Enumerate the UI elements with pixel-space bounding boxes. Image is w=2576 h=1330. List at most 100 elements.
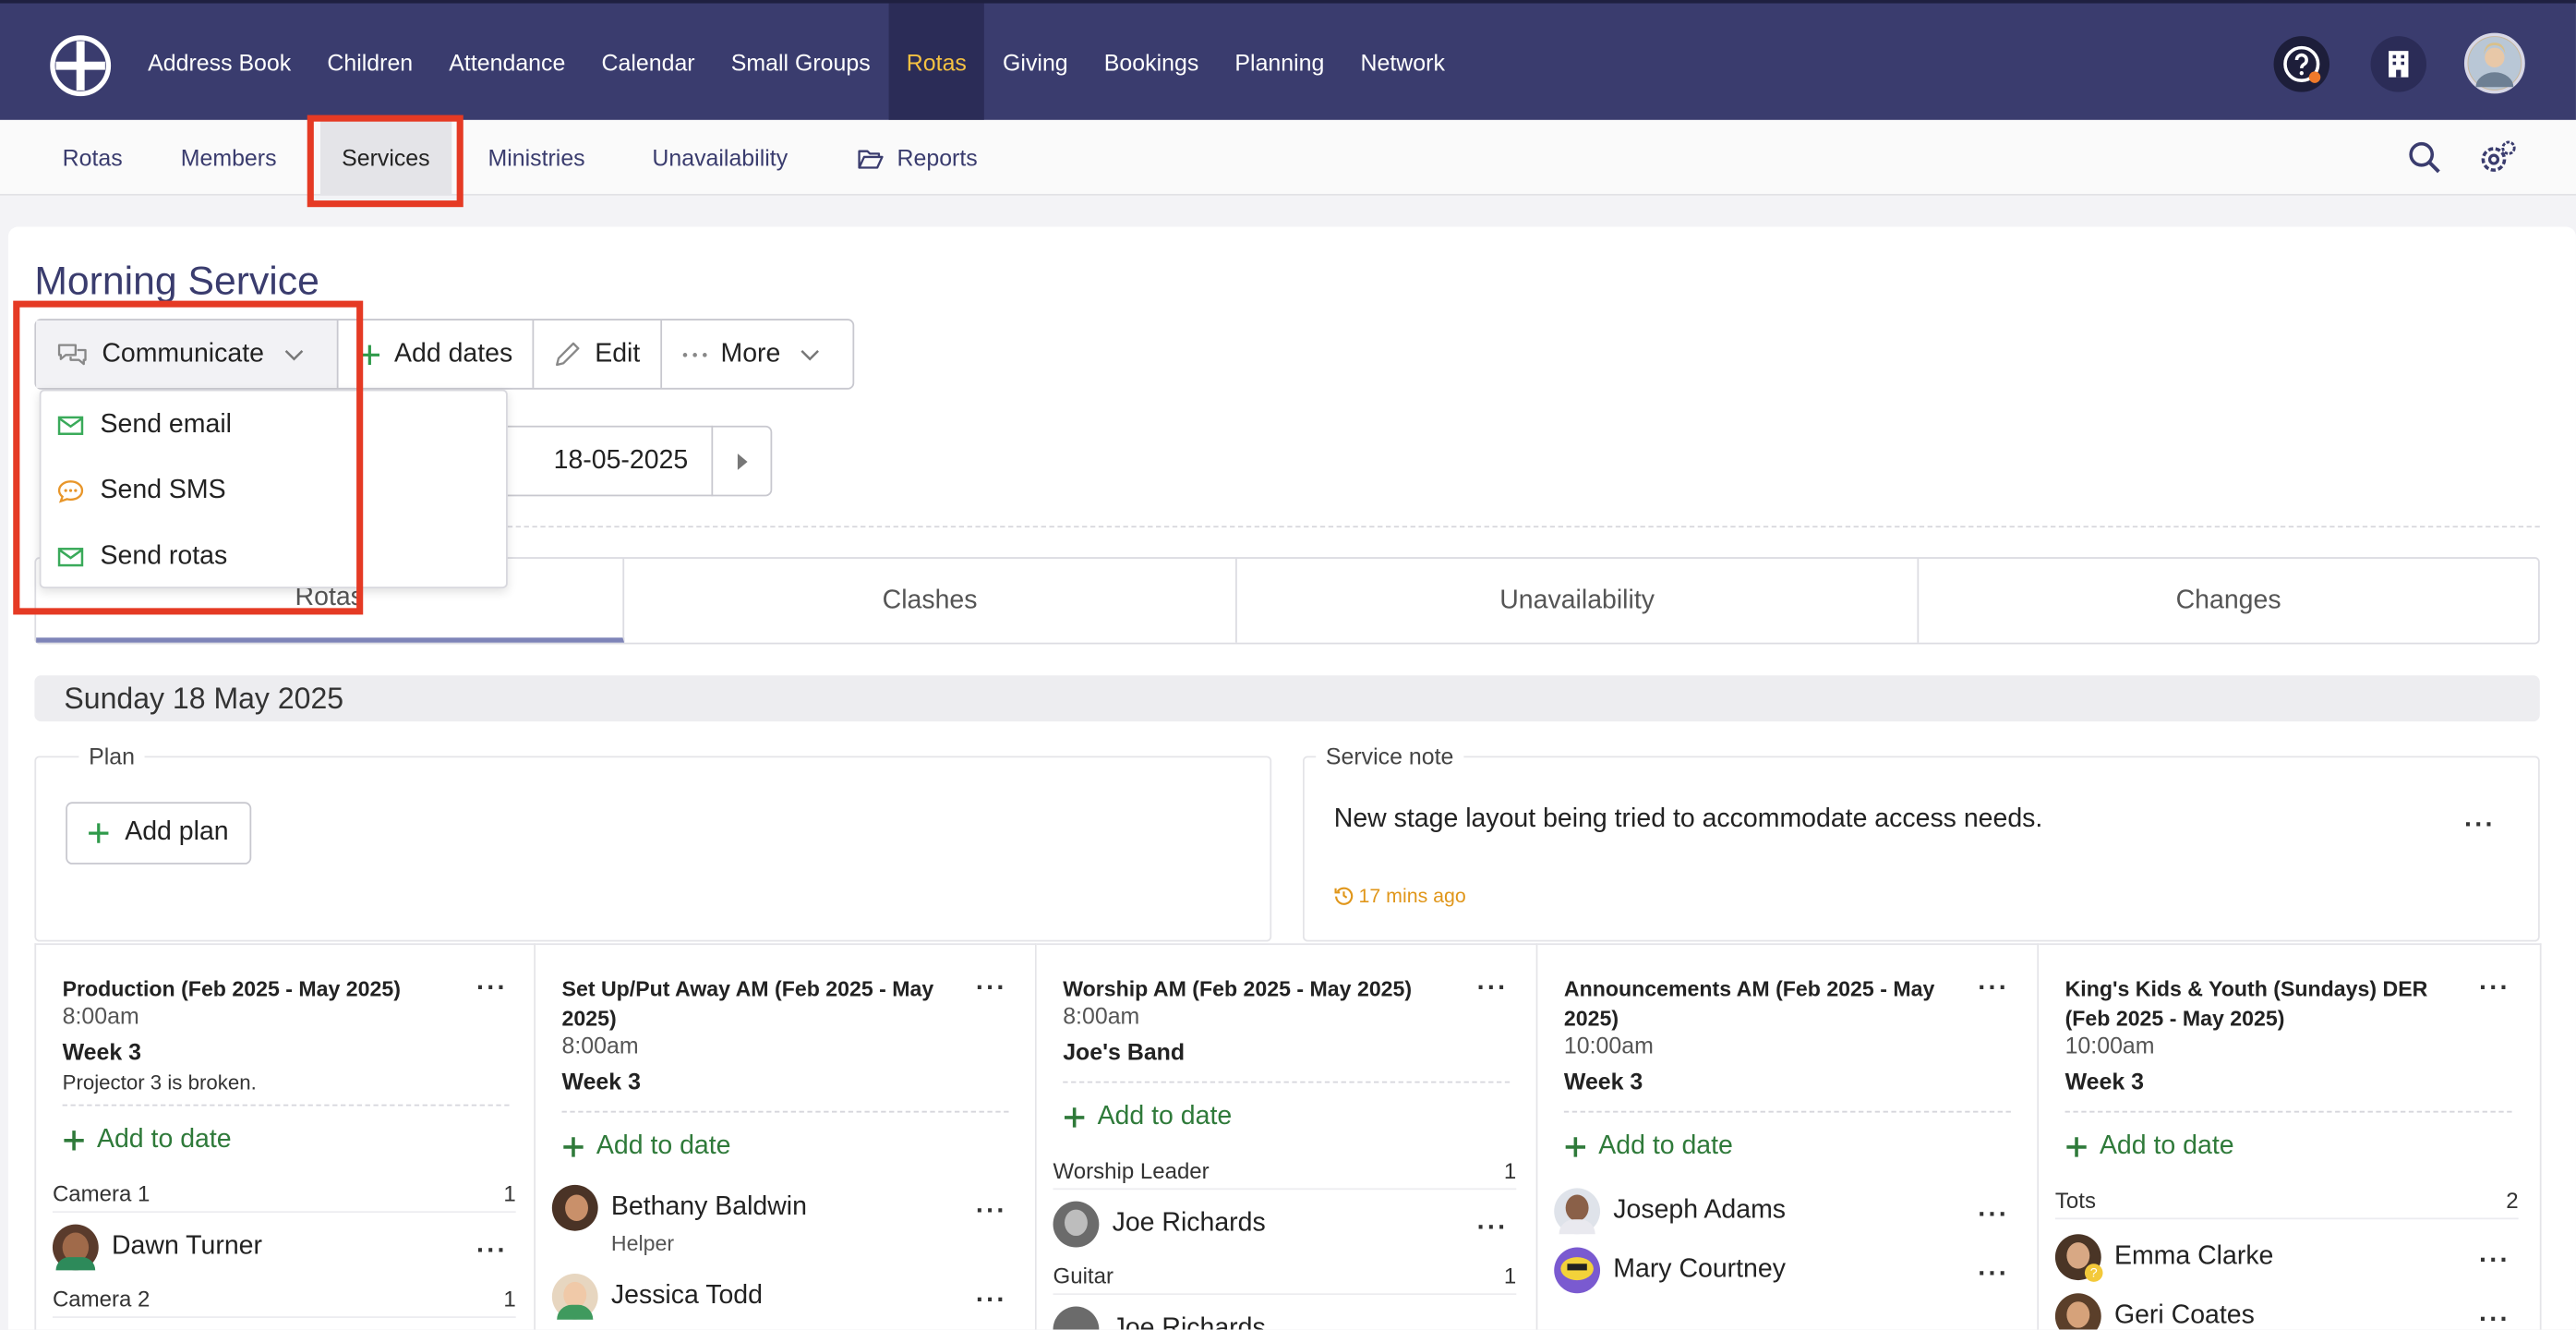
nav-planning[interactable]: Planning xyxy=(1217,4,1342,124)
person-more-button[interactable]: ··· xyxy=(1978,1203,2009,1228)
add-plan-button[interactable]: Add plan xyxy=(66,802,252,864)
main-nav: Address Book Children Attendance Calenda… xyxy=(130,3,1463,124)
add-to-date-label: Add to date xyxy=(1598,1131,1733,1161)
user-avatar-icon xyxy=(2468,37,2522,90)
add-to-date-button[interactable]: Add to date xyxy=(1564,1132,1733,1162)
app-root: Address Book Children Attendance Calenda… xyxy=(0,0,2576,1330)
column-time: 10:00am xyxy=(1563,1032,1654,1058)
add-to-date-button[interactable]: Add to date xyxy=(2065,1132,2234,1162)
column-more-button[interactable]: ··· xyxy=(1477,975,1509,1001)
nav-giving[interactable]: Giving xyxy=(984,4,1086,124)
organisation-button[interactable] xyxy=(2370,36,2427,92)
subnav-unavailability[interactable]: Unavailability xyxy=(652,120,788,196)
person-name: Joseph Adams xyxy=(1613,1196,1787,1225)
church-logo-icon[interactable] xyxy=(49,34,112,97)
column-divider xyxy=(561,1110,1009,1113)
date-field[interactable]: 18-05-2025 xyxy=(507,425,714,497)
nav-address-book[interactable]: Address Book xyxy=(130,4,309,124)
edit-label: Edit xyxy=(595,339,641,368)
avatar xyxy=(52,1224,99,1271)
nav-small-groups[interactable]: Small Groups xyxy=(713,4,888,124)
role-count: 1 xyxy=(503,1287,516,1312)
nav-network[interactable]: Network xyxy=(1342,4,1463,124)
nav-children[interactable]: Children xyxy=(309,4,431,124)
subnav-rotas[interactable]: Rotas xyxy=(63,120,123,196)
person-row[interactable]: Joe Richards xyxy=(1053,1201,1266,1248)
add-to-date-button[interactable]: Add to date xyxy=(63,1126,232,1155)
subnav-members[interactable]: Members xyxy=(181,120,277,196)
plan-label: Plan xyxy=(78,743,145,769)
add-to-date-button[interactable]: Add to date xyxy=(562,1132,731,1162)
person-row[interactable]: Joseph Adams xyxy=(1554,1188,1787,1235)
person-more-button[interactable]: ··· xyxy=(2479,1307,2510,1329)
add-dates-button[interactable]: Add dates xyxy=(339,320,535,388)
person-more-button[interactable]: ··· xyxy=(1978,1262,2009,1288)
subnav-reports[interactable]: Reports xyxy=(858,120,978,196)
role-row: Camera 2 1 xyxy=(52,1287,516,1318)
role-name: Camera 1 xyxy=(52,1181,150,1207)
person-name: Geri Coates xyxy=(2113,1301,2255,1330)
plus-icon xyxy=(89,823,109,843)
service-note-label: Service note xyxy=(1316,743,1464,769)
settings-gear-icon[interactable] xyxy=(2479,139,2519,175)
column-week: Week 3 xyxy=(561,1068,641,1095)
nav-rotas[interactable]: Rotas xyxy=(888,3,985,124)
tab-changes[interactable]: Changes xyxy=(1919,559,2538,643)
edit-button[interactable]: Edit xyxy=(534,320,662,388)
subnav-ministries[interactable]: Ministries xyxy=(488,120,584,196)
tab-clashes[interactable]: Clashes xyxy=(624,558,1237,643)
search-icon[interactable] xyxy=(2408,141,2441,175)
nav-attendance[interactable]: Attendance xyxy=(431,4,584,124)
top-navbar: Address Book Children Attendance Calenda… xyxy=(0,0,2576,124)
more-button[interactable]: More xyxy=(661,320,852,388)
nav-calendar[interactable]: Calendar xyxy=(584,4,713,124)
rota-column-setup: Set Up/Put Away AM (Feb 2025 - May 2025)… xyxy=(536,943,1037,1330)
role-row: Guitar 1 xyxy=(1053,1264,1517,1296)
person-row[interactable]: Jessica Todd xyxy=(551,1273,763,1320)
add-to-date-button[interactable]: Add to date xyxy=(1063,1103,1232,1132)
role-name: Tots xyxy=(2054,1188,2096,1214)
role-count: 1 xyxy=(503,1181,516,1207)
person-row[interactable]: Joe Richards xyxy=(1053,1306,1266,1330)
person-row[interactable]: Dawn Turner xyxy=(52,1224,262,1271)
person-name: Dawn Turner xyxy=(111,1232,262,1261)
plus-icon xyxy=(2066,1137,2087,1157)
column-more-button[interactable]: ··· xyxy=(976,975,1007,1001)
add-dates-label: Add dates xyxy=(394,339,513,368)
person-more-button[interactable]: ··· xyxy=(476,1239,508,1264)
column-band: Joe's Band xyxy=(1063,1038,1186,1065)
service-note-more-button[interactable]: ··· xyxy=(2464,813,2496,839)
person-more-button[interactable]: ··· xyxy=(2479,1248,2510,1274)
person-more-button[interactable]: ··· xyxy=(976,1199,1007,1225)
column-title: Production (Feb 2025 - May 2025) xyxy=(62,975,401,1001)
role-row: Worship Leader 1 xyxy=(1053,1158,1517,1191)
user-avatar[interactable] xyxy=(2463,32,2525,94)
person-role: Helper xyxy=(610,1230,675,1256)
role-name: Guitar xyxy=(1053,1264,1113,1288)
more-label: More xyxy=(720,339,781,368)
column-more-button[interactable]: ··· xyxy=(1978,975,2009,1001)
rota-column-kings-kids: King's Kids & Youth (Sundays) DER (Feb 2… xyxy=(2039,943,2542,1330)
person-more-button[interactable]: ··· xyxy=(1477,1215,1509,1241)
column-more-button[interactable]: ··· xyxy=(476,975,508,1001)
person-row[interactable]: ? Emma Clarke xyxy=(2054,1234,2274,1282)
person-row[interactable]: Mary Courtney xyxy=(1554,1247,1786,1294)
role-count: 1 xyxy=(1503,1158,1517,1184)
column-more-button[interactable]: ··· xyxy=(2479,975,2510,1001)
next-date-button[interactable] xyxy=(711,425,773,497)
help-button[interactable] xyxy=(2273,36,2330,92)
rota-column-production: Production (Feb 2025 - May 2025) ··· 8:0… xyxy=(34,943,536,1330)
person-row[interactable]: Bethany Baldwin xyxy=(551,1184,807,1231)
person-name: Emma Clarke xyxy=(2113,1242,2274,1271)
person-more-button[interactable]: ··· xyxy=(976,1288,1007,1313)
column-title: King's Kids & Youth (Sundays) DER (Feb 2… xyxy=(2064,975,2428,1031)
nav-bookings[interactable]: Bookings xyxy=(1086,4,1217,124)
chevron-down-icon xyxy=(800,349,820,360)
avatar xyxy=(1053,1201,1100,1248)
avatar xyxy=(1554,1188,1601,1235)
role-name: Worship Leader xyxy=(1053,1158,1210,1184)
help-icon xyxy=(2283,45,2321,83)
person-row[interactable]: Geri Coates xyxy=(2054,1293,2255,1330)
add-to-date-label: Add to date xyxy=(596,1131,731,1161)
tab-unavailability[interactable]: Unavailability xyxy=(1237,558,1920,643)
